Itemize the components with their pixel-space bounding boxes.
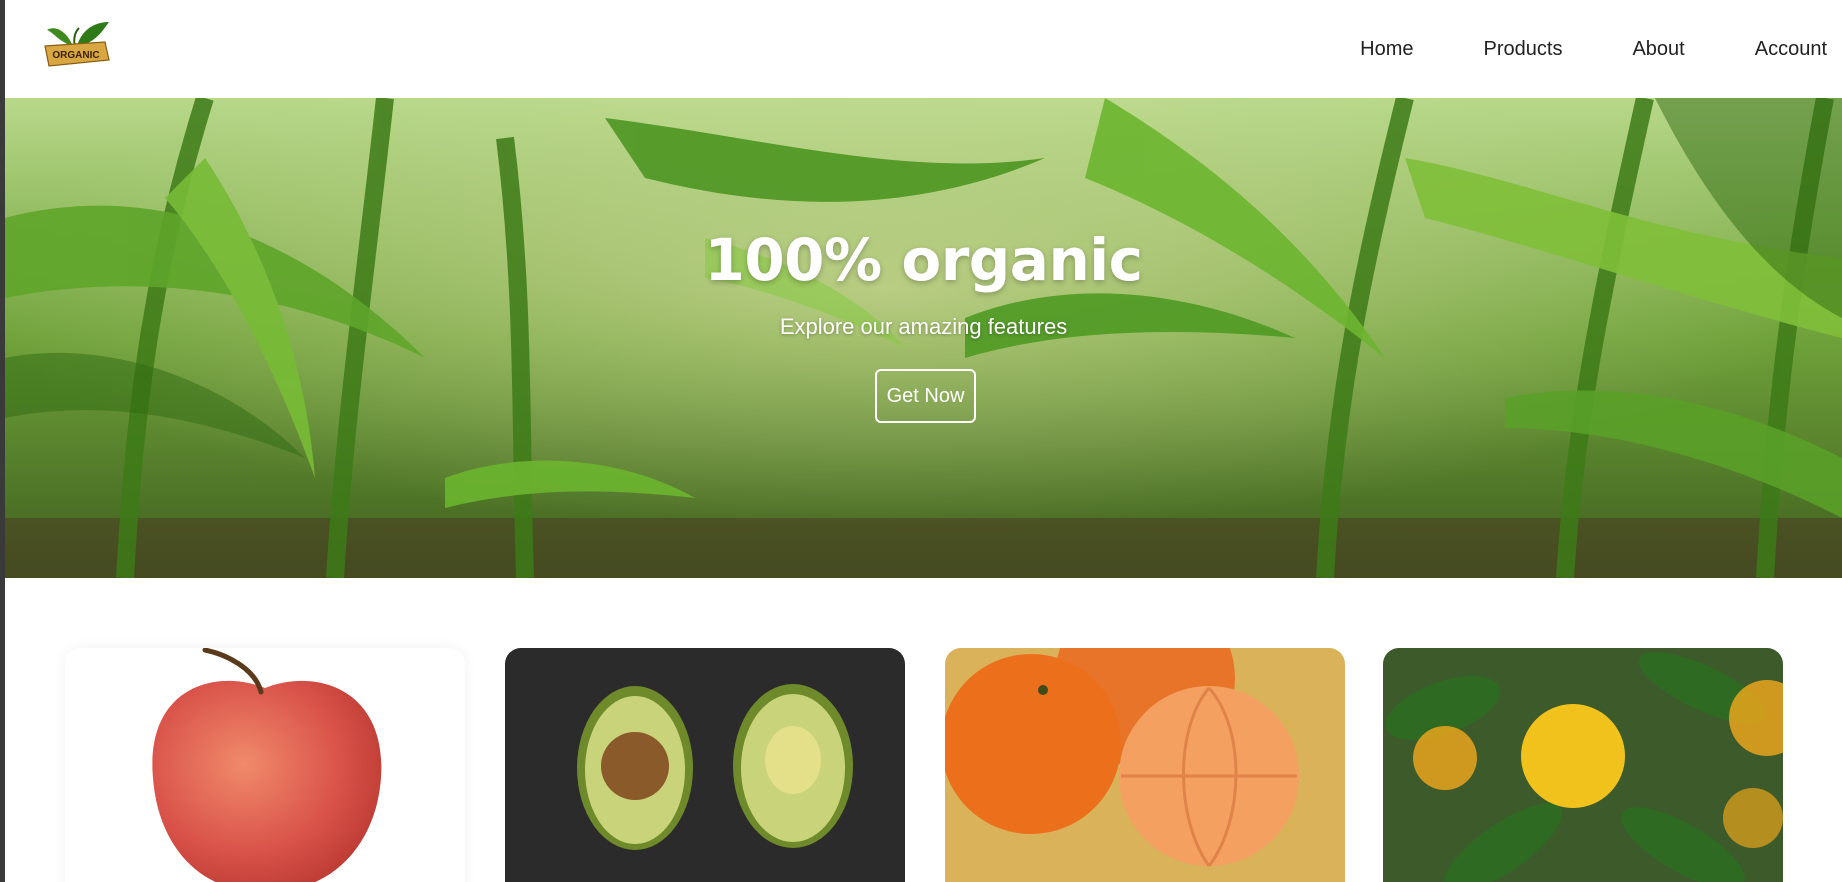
window-edge: [0, 0, 5, 882]
get-now-button[interactable]: Get Now: [875, 369, 976, 423]
brand-logo[interactable]: ORGANIC: [43, 20, 115, 76]
products-section: [5, 578, 1842, 882]
leaf-logo-icon: ORGANIC: [44, 22, 110, 67]
lemon-tree-image: [1383, 648, 1783, 882]
mandarin-image: [945, 648, 1345, 882]
product-card-mandarin[interactable]: [945, 648, 1345, 882]
hero-banner: 100% organic Explore our amazing feature…: [5, 98, 1842, 578]
product-card-avocado[interactable]: [505, 648, 905, 882]
hero-title: 100% organic: [704, 226, 1143, 294]
avocado-image: [505, 648, 905, 882]
hero-subtitle: Explore our amazing features: [779, 314, 1068, 339]
logo-text: ORGANIC: [52, 50, 99, 61]
product-card-apple[interactable]: [65, 648, 465, 882]
product-card-lemon[interactable]: [1383, 648, 1783, 882]
site-header: ORGANIC Home Products About Account: [5, 0, 1842, 98]
nav-products[interactable]: Products: [1484, 38, 1563, 61]
apple-image: [65, 648, 465, 882]
nav-home[interactable]: Home: [1360, 38, 1413, 61]
nav-about[interactable]: About: [1632, 38, 1684, 61]
nav-account[interactable]: Account: [1755, 38, 1827, 61]
main-nav: Home Products About Account: [1360, 0, 1842, 98]
